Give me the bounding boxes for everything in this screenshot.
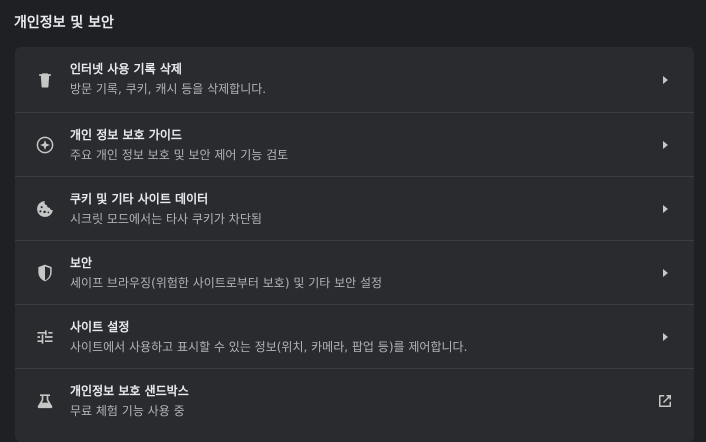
row-subtitle: 무료 체험 기능 사용 중	[70, 404, 185, 418]
flask-icon	[35, 391, 55, 411]
row-privacy-guide[interactable]: 개인 정보 보호 가이드 주요 개인 정보 보호 및 보안 제어 기능 검토	[15, 112, 694, 176]
row-subtitle: 세이프 브라우징(위험한 사이트로부터 보호) 및 기타 보안 설정	[70, 276, 383, 290]
chevron-right-icon	[658, 73, 672, 87]
row-site-settings[interactable]: 사이트 설정 사이트에서 사용하고 표시할 수 있는 정보(위치, 카메라, 팝…	[15, 304, 694, 368]
row-subtitle: 사이트에서 사용하고 표시할 수 있는 정보(위치, 카메라, 팝업 등)를 제…	[70, 340, 468, 354]
row-title: 사이트 설정	[70, 320, 130, 334]
shield-icon	[35, 263, 55, 283]
chevron-right-icon	[658, 266, 672, 280]
trash-icon	[35, 70, 55, 90]
chevron-right-icon	[658, 330, 672, 344]
row-title: 개인정보 보호 샌드박스	[70, 384, 189, 398]
row-privacy-sandbox[interactable]: 개인정보 보호 샌드박스 무료 체험 기능 사용 중	[15, 368, 694, 432]
row-title: 개인 정보 보호 가이드	[70, 128, 182, 142]
section-title: 개인정보 및 보안	[14, 15, 114, 31]
row-security[interactable]: 보안 세이프 브라우징(위험한 사이트로부터 보호) 및 기타 보안 설정	[15, 240, 694, 304]
open-in-new-icon	[656, 392, 674, 410]
tune-icon	[35, 327, 55, 347]
cookie-icon	[35, 199, 55, 219]
row-title: 인터넷 사용 기록 삭제	[70, 62, 182, 76]
row-clear-browsing-data[interactable]: 인터넷 사용 기록 삭제 방문 기록, 쿠키, 캐시 등을 삭제합니다.	[15, 47, 694, 112]
row-cookies[interactable]: 쿠키 및 기타 사이트 데이터 시크릿 모드에서는 타사 쿠키가 차단됨	[15, 176, 694, 240]
row-subtitle: 방문 기록, 쿠키, 캐시 등을 삭제합니다.	[70, 82, 267, 96]
row-subtitle: 주요 개인 정보 보호 및 보안 제어 기능 검토	[70, 148, 289, 162]
row-title: 보안	[70, 256, 93, 270]
row-title: 쿠키 및 기타 사이트 데이터	[70, 192, 209, 206]
chevron-right-icon	[658, 202, 672, 216]
row-subtitle: 시크릿 모드에서는 타사 쿠키가 차단됨	[70, 212, 262, 226]
compass-icon	[35, 135, 55, 155]
privacy-security-card: 인터넷 사용 기록 삭제 방문 기록, 쿠키, 캐시 등을 삭제합니다. 개인 …	[15, 47, 694, 442]
chevron-right-icon	[658, 138, 672, 152]
